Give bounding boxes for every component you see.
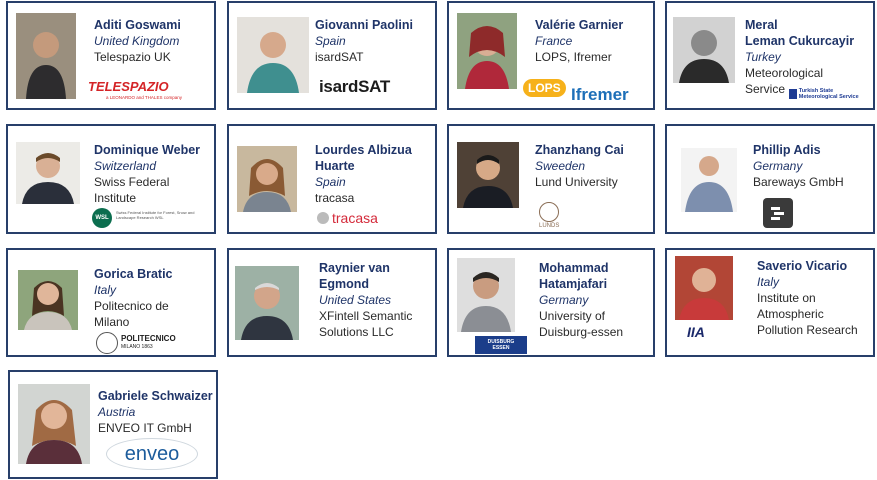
person-name: Zhanzhang Cai <box>535 143 624 157</box>
person-org-line1: University of <box>539 309 606 323</box>
org-logo-wsl-caption: Swiss Federal Institute for Forest, Snow… <box>116 210 195 220</box>
org-logo-tracasa: tracasa <box>317 210 378 226</box>
org-logo-lops: LOPS <box>523 79 566 97</box>
person-photo <box>18 384 90 464</box>
person-name-line2: Hatamjafari <box>539 277 608 291</box>
person-card-goswami: Aditi Goswami United Kingdom Telespazio … <box>6 1 216 110</box>
person-card-paolini: Giovanni Paolini Spain isardSAT isardSAT <box>227 1 437 110</box>
person-org-line1: Politecnico de <box>94 299 169 313</box>
person-org-line2: Atmospheric <box>757 307 824 321</box>
org-logo-enveo: enveo <box>106 438 198 470</box>
person-country: Sweeden <box>535 159 586 173</box>
person-photo <box>16 13 76 99</box>
person-photo <box>237 146 297 212</box>
person-country: Turkey <box>745 50 781 64</box>
person-photo <box>16 142 80 204</box>
person-name-line2: Huarte <box>315 159 355 173</box>
person-country: United Kingdom <box>94 34 180 48</box>
person-name-line1: Raynier van <box>319 261 390 275</box>
person-photo <box>681 148 737 212</box>
person-org: isardSAT <box>315 50 364 64</box>
person-country: Germany <box>753 159 803 173</box>
person-photo <box>457 142 519 208</box>
org-logo-wsl: WSL <box>92 208 112 228</box>
person-country: Spain <box>315 34 346 48</box>
person-card-bratic: Gorica Bratic Italy Politecnico de Milan… <box>6 248 216 357</box>
person-org: Lund University <box>535 175 618 189</box>
person-org-line2: Milano <box>94 315 130 329</box>
person-photo <box>237 17 309 93</box>
person-name: Gorica Bratic <box>94 267 173 281</box>
person-card-schwaizer: Gabriele Schwaizer Austria ENVEO IT GmbH… <box>8 370 218 479</box>
org-logo-ude: DUISBURG ESSEN <box>475 336 527 354</box>
person-card-van-egmond: Raynier van Egmond United States XFintel… <box>227 248 437 357</box>
person-photo <box>673 17 735 83</box>
person-name: Valérie Garnier <box>535 18 624 32</box>
person-country: Italy <box>757 275 780 289</box>
person-org-line1: Swiss Federal <box>94 175 170 189</box>
org-logo-tagline: a LEONARDO and THALES company <box>106 95 182 100</box>
person-country: Switzerland <box>94 159 157 173</box>
org-logo-lund: LUNDS <box>539 202 559 229</box>
person-name: Giovanni Paolini <box>315 18 413 32</box>
org-logo-turkish-met: Turkish State Meteorological Service <box>789 88 873 100</box>
person-card-weber: Dominique Weber Switzerland Swiss Federa… <box>6 124 216 234</box>
person-name: Saverio Vicario <box>757 259 848 273</box>
person-org-line2: Institute <box>94 191 137 205</box>
person-card-cai: Zhanzhang Cai Sweeden Lund University LU… <box>447 124 655 234</box>
person-org-line1: XFintell Semantic <box>319 309 413 323</box>
person-name: Aditi Goswami <box>94 18 181 32</box>
person-card-albizua: Lourdes Albizua Huarte Spain tracasa tra… <box>227 124 437 234</box>
org-logo-telespazio: TELESPAZIO <box>88 79 169 94</box>
person-name: Dominique Weber <box>94 143 201 157</box>
person-card-cukurcayir: Meral Leman Cukurcayir Turkey Meteorolog… <box>665 1 875 110</box>
person-org-line1: Meteorological <box>745 66 824 80</box>
person-country: France <box>535 34 573 48</box>
person-name-line2: Leman Cukurcayir <box>745 34 855 48</box>
person-org-line3: Pollution Research <box>757 323 858 337</box>
person-card-garnier: Valérie Garnier France LOPS, Ifremer LOP… <box>447 1 655 110</box>
person-org: Bareways GmbH <box>753 175 844 189</box>
person-name-line1: Lourdes Albizua <box>315 143 412 157</box>
person-card-vicario: IIA Saverio Vicario Italy Institute on A… <box>665 248 875 357</box>
person-org: LOPS, Ifremer <box>535 50 612 64</box>
person-org-line2: Solutions LLC <box>319 325 394 339</box>
person-org: ENVEO IT GmbH <box>98 421 192 435</box>
org-logo-bareways <box>763 198 793 228</box>
org-logo-iia: IIA <box>687 324 705 340</box>
person-name-line2: Egmond <box>319 277 369 291</box>
person-country: Italy <box>94 283 117 297</box>
person-org-line1: Institute on <box>757 291 816 305</box>
person-country: Spain <box>315 175 346 189</box>
person-photo <box>457 258 515 332</box>
person-name: Phillip Adis <box>753 143 821 157</box>
person-country: Germany <box>539 293 589 307</box>
person-org: tracasa <box>315 191 355 205</box>
person-name: Gabriele Schwaizer <box>98 389 213 403</box>
person-org-line2: Duisburg-essen <box>539 325 624 339</box>
person-name-line1: Meral <box>745 18 778 32</box>
org-logo-ifremer: Ifremer <box>571 85 629 104</box>
person-country: Austria <box>98 405 136 419</box>
org-logo-polimi: POLITECNICO MILANO 1863 <box>96 332 176 354</box>
person-photo <box>235 266 299 340</box>
person-photo <box>675 256 733 320</box>
person-country: United States <box>319 293 392 307</box>
person-card-hatamjafari: DUISBURG ESSEN Mohammad Hatamjafari Germ… <box>447 248 655 357</box>
person-photo <box>18 270 78 330</box>
person-card-adis: Phillip Adis Germany Bareways GmbH <box>665 124 875 234</box>
person-org: Telespazio UK <box>94 50 171 64</box>
org-logo-isardsat: isardSAT <box>319 77 390 96</box>
person-name-line1: Mohammad <box>539 261 609 275</box>
person-photo <box>457 13 517 89</box>
